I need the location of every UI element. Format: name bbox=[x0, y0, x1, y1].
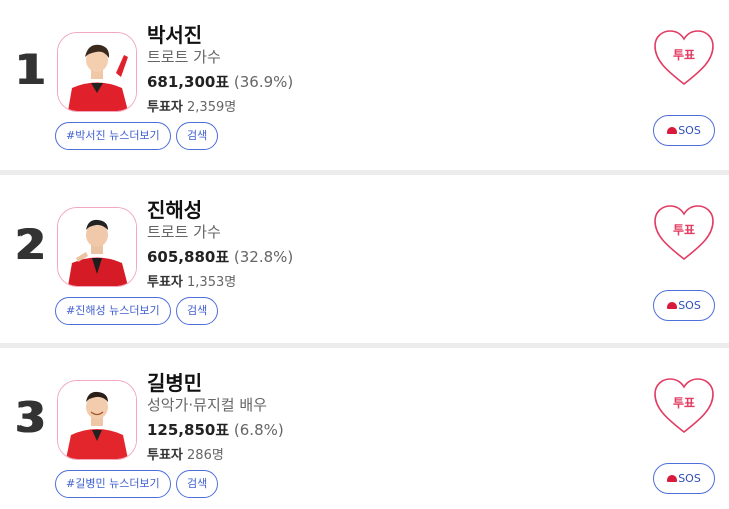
search-button[interactable]: 검색 bbox=[176, 470, 219, 498]
candidate-card-2: 2 진해성 트로트 가수 605,880표 (32.8%) 투표자 1,353명… bbox=[0, 175, 729, 343]
person-avatar-icon bbox=[58, 381, 136, 459]
candidate-role: 트로트 가수 bbox=[147, 48, 221, 66]
candidate-ranking-list: 1 박서진 트로트 가수 681,300표 (36.9%) 투표자 2,359명… bbox=[0, 0, 729, 509]
candidate-avatar[interactable] bbox=[57, 32, 137, 112]
sos-button[interactable]: SOS bbox=[653, 115, 715, 146]
voter-label: 투표자 bbox=[147, 100, 183, 115]
voter-value: 1,353명 bbox=[187, 275, 237, 290]
vote-label: 투표 bbox=[672, 396, 696, 410]
candidate-role: 트로트 가수 bbox=[147, 223, 221, 241]
vote-total: 681,300표 bbox=[147, 73, 230, 91]
voter-count: 투표자 286명 bbox=[147, 444, 224, 463]
news-tag-button[interactable]: #박서진 뉴스더보기 bbox=[55, 122, 171, 150]
candidate-card-3: 3 길병민 성악가·뮤지컬 배우 125,850표 (6.8%) 투표자 286… bbox=[0, 348, 729, 509]
search-button[interactable]: 검색 bbox=[176, 297, 219, 325]
vote-label: 투표 bbox=[672, 48, 696, 62]
sos-label: SOS bbox=[678, 124, 701, 137]
vote-count: 605,880표 (32.8%) bbox=[147, 246, 293, 267]
candidate-name: 길병민 bbox=[147, 371, 203, 395]
vote-heart-button[interactable]: 투표 bbox=[652, 376, 716, 436]
vote-percent: (36.9%) bbox=[233, 73, 294, 91]
sos-label: SOS bbox=[678, 299, 701, 312]
person-avatar-icon bbox=[58, 33, 136, 111]
vote-total: 125,850표 bbox=[147, 421, 230, 439]
news-tag-button[interactable]: #진해성 뉴스더보기 bbox=[55, 297, 171, 325]
vote-label: 투표 bbox=[672, 223, 696, 237]
voter-value: 2,359명 bbox=[187, 100, 237, 115]
voter-value: 286명 bbox=[187, 448, 224, 463]
vote-count: 681,300표 (36.9%) bbox=[147, 71, 293, 92]
candidate-name: 진해성 bbox=[147, 198, 203, 222]
vote-percent: (32.8%) bbox=[233, 248, 294, 266]
voter-count: 투표자 2,359명 bbox=[147, 96, 236, 115]
voter-label: 투표자 bbox=[147, 448, 183, 463]
vote-percent: (6.8%) bbox=[233, 421, 284, 439]
siren-icon bbox=[667, 474, 678, 482]
candidate-name: 박서진 bbox=[147, 23, 203, 47]
search-button[interactable]: 검색 bbox=[176, 122, 219, 150]
vote-heart-button[interactable]: 투표 bbox=[652, 28, 716, 88]
sos-button[interactable]: SOS bbox=[653, 463, 715, 494]
siren-icon bbox=[667, 301, 678, 309]
vote-total: 605,880표 bbox=[147, 248, 230, 266]
voter-count: 투표자 1,353명 bbox=[147, 271, 236, 290]
siren-icon bbox=[667, 126, 678, 134]
sos-button[interactable]: SOS bbox=[653, 290, 715, 321]
candidate-role: 성악가·뮤지컬 배우 bbox=[147, 396, 267, 414]
rank-number: 2 bbox=[15, 220, 44, 269]
news-tag-button[interactable]: #길병민 뉴스더보기 bbox=[55, 470, 171, 498]
rank-number: 3 bbox=[15, 393, 44, 442]
voter-label: 투표자 bbox=[147, 275, 183, 290]
candidate-avatar[interactable] bbox=[57, 380, 137, 460]
rank-number: 1 bbox=[15, 45, 44, 94]
candidate-card-1: 1 박서진 트로트 가수 681,300표 (36.9%) 투표자 2,359명… bbox=[0, 0, 729, 170]
vote-count: 125,850표 (6.8%) bbox=[147, 419, 284, 440]
person-avatar-icon bbox=[58, 208, 136, 286]
sos-label: SOS bbox=[678, 472, 701, 485]
vote-heart-button[interactable]: 투표 bbox=[652, 203, 716, 263]
candidate-avatar[interactable] bbox=[57, 207, 137, 287]
